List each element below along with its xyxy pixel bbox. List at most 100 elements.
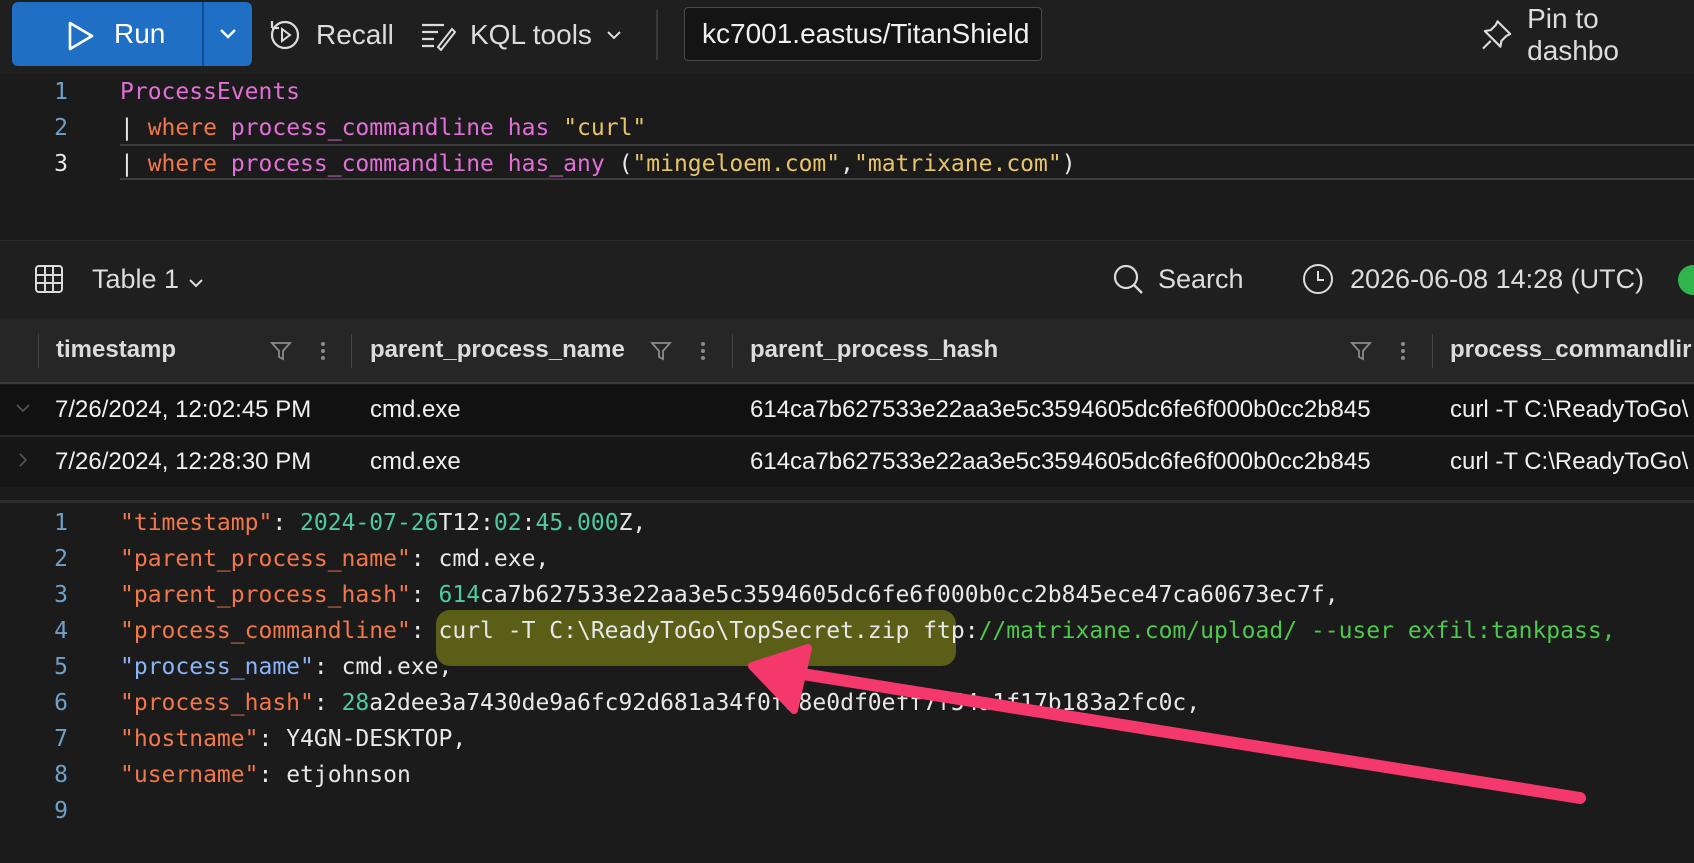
line-number: 3: [54, 582, 68, 608]
json-value: f0fa8e0d: [743, 690, 854, 716]
json-value: ftp:: [909, 618, 979, 644]
json-text: "process_hash": 28a2dee3a7430de9a6fc92d6…: [120, 690, 1200, 716]
column-header-timestamp[interactable]: timestamp: [56, 318, 176, 382]
string-token: "matrixane.com": [854, 151, 1062, 177]
filter-icon[interactable]: [1350, 340, 1372, 362]
results-header: Table 1 Search 2026-06-08 14:28 (UTC): [0, 240, 1694, 317]
chevron-down-icon[interactable]: [14, 399, 32, 417]
cell-parent-process-hash: 614ca7b627533e22aa3e5c3594605dc6fe6f000b…: [750, 396, 1371, 423]
highlighted-command: curl -T C:\ReadyToGo\TopSecret.zip: [438, 618, 910, 644]
json-line: 5 "process_name": cmd.exe,: [0, 649, 1694, 685]
json-line: 3 "parent_process_hash": 614ca7b627533e2…: [0, 577, 1694, 613]
json-value: f0eff7f54a1f17b183a2fc0c,: [853, 690, 1201, 716]
search-button[interactable]: Search: [1112, 241, 1244, 317]
pin-icon: [1482, 20, 1512, 50]
recall-icon: [270, 20, 300, 50]
recall-label: Recall: [316, 19, 394, 50]
kql-tools-icon: [422, 23, 456, 51]
table-row[interactable]: 7/26/2024, 12:28:30 PM cmd.exe 614ca7b62…: [0, 437, 1694, 487]
line-number: 6: [54, 690, 68, 716]
query-toolbar: Run Recall KQL tools kc7001.eastus/Titan…: [0, 0, 1694, 75]
column-tools: [270, 340, 326, 362]
json-key: "parent_process_hash": [120, 582, 411, 608]
line-number: 9: [54, 798, 68, 824]
keyword-token: where: [147, 115, 217, 141]
cell-timestamp: 7/26/2024, 12:28:30 PM: [55, 448, 312, 475]
table-token: ProcessEvents: [120, 79, 301, 105]
line-number: 1: [54, 79, 68, 105]
kql-tools-label: KQL tools: [470, 19, 592, 50]
json-value: 614: [438, 582, 481, 608]
json-key: "timestamp": [120, 510, 273, 536]
filter-icon[interactable]: [270, 340, 292, 362]
json-key: "parent_process_name": [120, 546, 411, 572]
json-sep: :: [258, 762, 287, 788]
column-header-process-commandline[interactable]: process_commandlir: [1450, 318, 1691, 382]
line-number: 4: [54, 618, 68, 644]
cell-parent-process-name: cmd.exe: [370, 448, 461, 475]
more-options-icon[interactable]: [1400, 340, 1406, 362]
results-grid-header: timestamp parent_process_name parent_pro…: [0, 318, 1694, 384]
json-text: "process_commandline": curl -T C:\ReadyT…: [120, 618, 1616, 644]
line-number: 8: [54, 762, 68, 788]
run-options-dropdown[interactable]: [204, 27, 252, 41]
json-text: "username": etjohnson: [120, 762, 411, 788]
comma-token: ,: [840, 151, 854, 177]
line-number: 7: [54, 726, 68, 752]
pipe-token: |: [120, 151, 148, 177]
json-line: 2 "parent_process_name": cmd.exe,: [0, 541, 1694, 577]
line-number: 2: [54, 546, 68, 572]
column-tools: [650, 340, 706, 362]
chevron-down-icon: [189, 279, 203, 288]
json-key: "username": [120, 762, 259, 788]
json-value: 45.000: [535, 510, 619, 536]
chevron-right-icon[interactable]: [14, 451, 32, 469]
json-value: :: [521, 510, 536, 536]
json-value: 28: [341, 690, 370, 716]
column-title: timestamp: [56, 336, 177, 363]
pin-to-dashboard-button[interactable]: Pin to dashbo: [1480, 0, 1694, 70]
json-text: "hostname": Y4GN-DESKTOP,: [120, 726, 466, 752]
chevron-down-icon: [220, 29, 236, 39]
column-tools: [1350, 340, 1406, 362]
table-label: Table 1: [92, 263, 180, 294]
line-number: 3: [54, 151, 68, 177]
search-icon: [1113, 264, 1143, 294]
record-json-view: 1 "timestamp": 2024-07-26T12:02:45.000Z,…: [0, 500, 1694, 863]
play-icon: [68, 21, 94, 51]
json-value: 2024-07-26: [300, 510, 439, 536]
string-token: "curl": [563, 115, 647, 141]
json-sep: :: [410, 618, 439, 644]
search-label: Search: [1158, 263, 1244, 294]
json-key: "hostname": [120, 726, 259, 752]
kql-tools-menu[interactable]: KQL tools: [420, 0, 638, 70]
cell-process-commandline: curl -T C:\ReadyToGo\: [1450, 396, 1689, 423]
json-text: "timestamp": 2024-07-26T12:02:45.000Z,: [120, 510, 646, 536]
column-header-parent-process-hash[interactable]: parent_process_hash: [750, 318, 998, 382]
json-sep: :: [410, 546, 439, 572]
json-value: cmd.exe,: [438, 546, 550, 572]
json-sep: :: [258, 726, 287, 752]
database-name: kc7001.eastus/TitanShield: [702, 18, 1030, 49]
query-editor[interactable]: 1 ProcessEvents 2 | where process_comman…: [0, 74, 1694, 240]
table-selector[interactable]: Table 1: [34, 241, 205, 317]
more-options-icon[interactable]: [320, 340, 326, 362]
table-row[interactable]: 7/26/2024, 12:02:45 PM cmd.exe 614ca7b62…: [0, 385, 1694, 435]
paren-token: (: [604, 151, 633, 177]
code-line: 2 | where process_commandline has "curl": [0, 110, 1694, 146]
column-header-parent-process-name[interactable]: parent_process_name: [370, 318, 625, 382]
json-sep: :: [272, 510, 301, 536]
timestamp-value: 2026-06-08 14:28 (UTC): [1350, 263, 1645, 294]
json-value: Z,: [618, 510, 647, 536]
more-options-icon[interactable]: [700, 340, 706, 362]
json-value: etjohnson: [286, 762, 411, 788]
filter-icon[interactable]: [650, 340, 672, 362]
json-value: cmd.exe,: [341, 654, 453, 680]
run-button[interactable]: Run: [12, 2, 202, 66]
run-label: Run: [114, 18, 166, 49]
code-line: 3 | where process_commandline has_any ("…: [0, 146, 1694, 182]
database-selector[interactable]: kc7001.eastus/TitanShield: [684, 7, 1042, 61]
keyword-token: where: [147, 151, 217, 177]
column-title: process_commandlir: [1450, 336, 1692, 363]
recall-button[interactable]: Recall: [268, 0, 394, 70]
